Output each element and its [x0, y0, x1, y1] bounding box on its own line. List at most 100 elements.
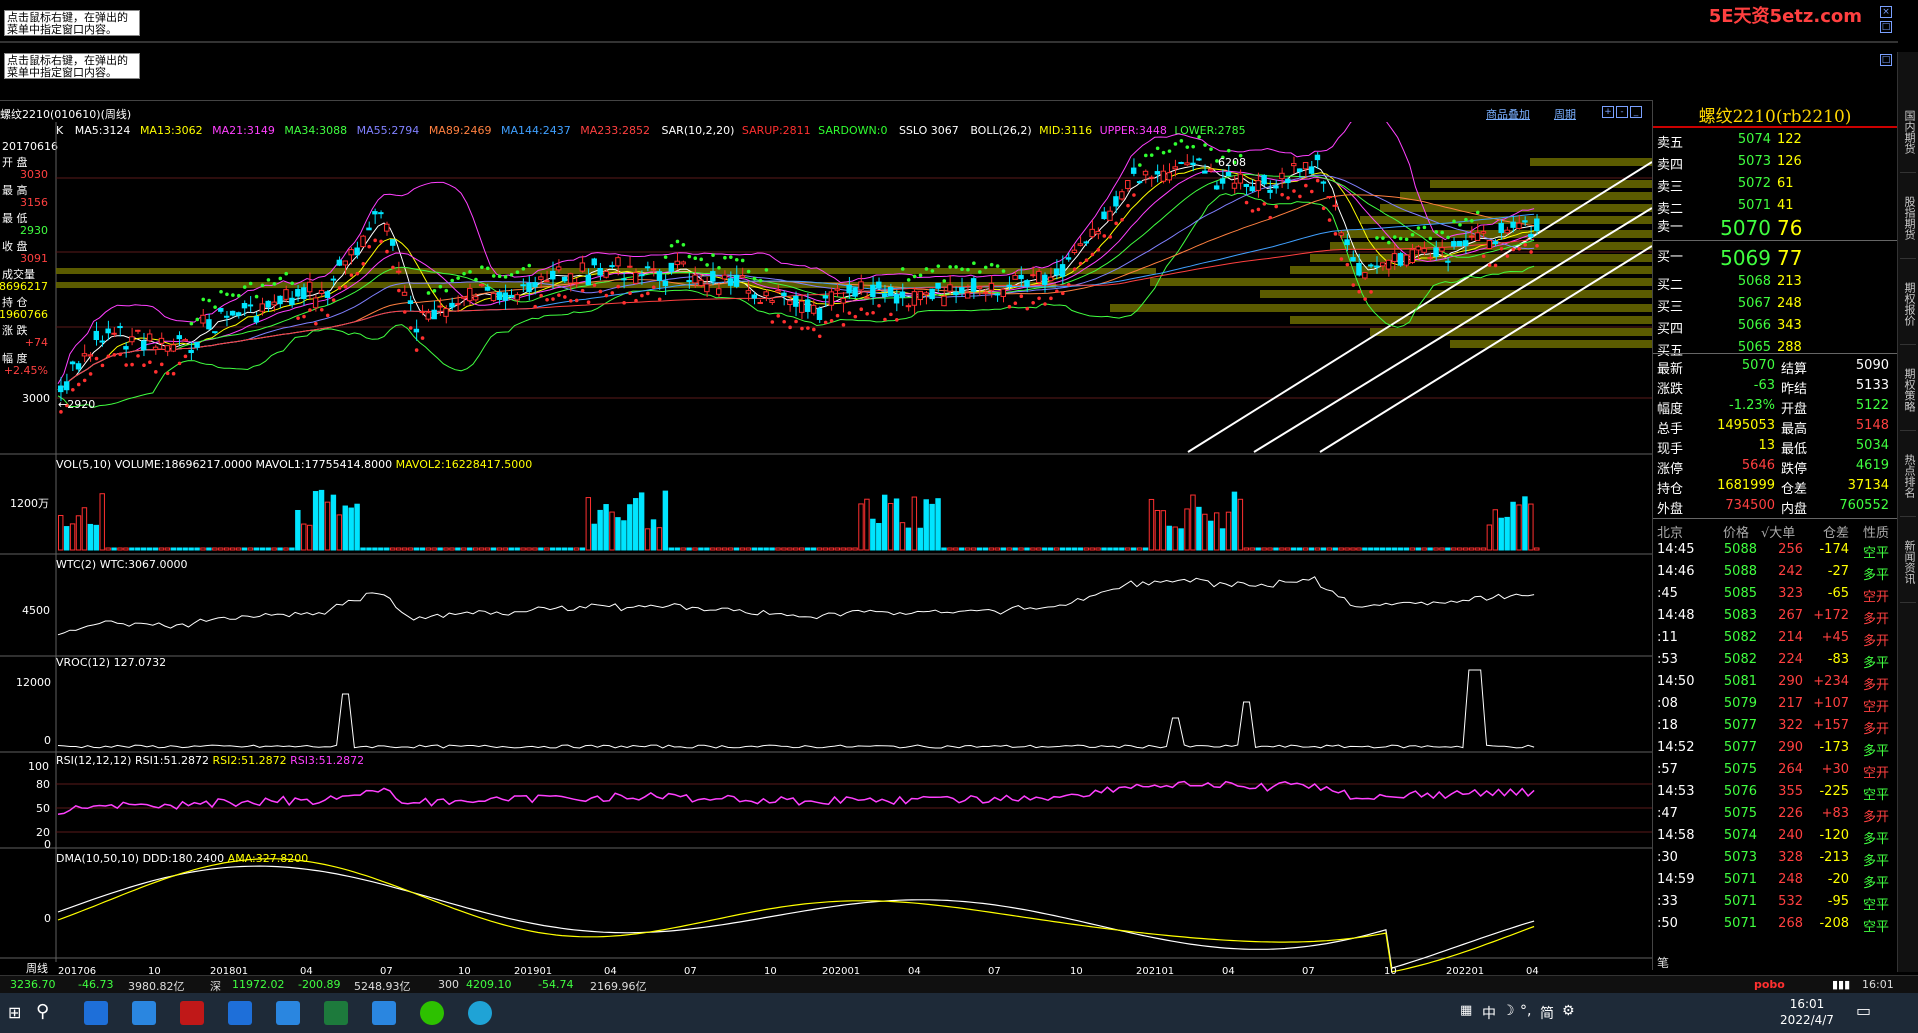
candle-body [105, 328, 111, 334]
wechat-icon[interactable] [420, 1001, 444, 1025]
sar-dot [622, 301, 626, 305]
volume-bar [704, 547, 710, 551]
ticks-tab[interactable]: 笔 [1657, 954, 1669, 971]
volume-bar [283, 547, 289, 551]
volume-bar [573, 547, 580, 551]
right-tab[interactable]: 股指期货 [1900, 178, 1916, 259]
sar-dot [1416, 226, 1421, 230]
sar-dot [1470, 218, 1474, 223]
excel-icon[interactable] [324, 1001, 348, 1025]
zoom-out-icon[interactable]: - [1616, 106, 1628, 118]
sar-dot [764, 268, 769, 272]
ime-mode[interactable]: 中 [1482, 1003, 1496, 1023]
volume-bar [1059, 547, 1066, 551]
volume-bar [1391, 547, 1398, 551]
clock-time[interactable]: 16:01 [1772, 997, 1842, 1011]
volume-bar [1302, 547, 1309, 551]
volume-bar [1142, 547, 1149, 551]
bid-row-cell: 77 [1777, 246, 1803, 270]
index-status-bar: 3236.70 -46.73 3980.82亿 深 11972.02 -200.… [0, 975, 1918, 994]
tick-row-cell: 226 [1778, 806, 1803, 821]
sar-dot [1363, 297, 1367, 301]
volume-bar [81, 507, 88, 551]
punct-icon[interactable]: °, [1520, 1003, 1531, 1019]
volume-bar [1356, 547, 1362, 551]
bid-row-cell: 248 [1777, 296, 1802, 311]
keyboard-icon[interactable]: ▦ [1460, 1003, 1472, 1018]
sar-dot [1398, 236, 1403, 241]
app-icon-4[interactable] [276, 1001, 300, 1025]
minimize-chart-icon[interactable]: _ [1630, 106, 1642, 118]
candle-body [395, 270, 402, 273]
sar-dot [545, 297, 549, 302]
edge-icon[interactable] [468, 1001, 492, 1025]
sar-dot [1007, 304, 1012, 309]
tick-row-cell: :53 [1657, 652, 1678, 667]
candle-body [206, 319, 212, 330]
sar-dot [539, 293, 543, 298]
app-icon-2[interactable] [132, 1001, 156, 1025]
zoom-in-icon[interactable]: + [1602, 106, 1614, 118]
window-close-icon[interactable]: × [1880, 6, 1892, 18]
overlay-link[interactable]: 商品叠加 [1486, 106, 1530, 122]
stat-row-cell: 13 [1758, 438, 1775, 453]
period-link[interactable]: 周期 [1554, 106, 1576, 122]
right-tab[interactable]: 国内期货 [1900, 92, 1916, 173]
candle-body [1492, 241, 1499, 245]
ask-row: 卖四 5073 126 [1657, 154, 1889, 174]
moon-icon[interactable]: ☽ [1502, 1003, 1515, 1019]
sar-dot [88, 372, 93, 376]
sar-dot [1031, 300, 1035, 305]
right-tab[interactable]: 热点排名 [1900, 436, 1916, 517]
tick-row-cell: 多开 [1863, 612, 1890, 627]
candle-body [496, 292, 503, 300]
candle-body [508, 294, 514, 298]
volume-profile-bar [1400, 192, 1652, 200]
candle-body [99, 340, 105, 343]
candle-body [1462, 240, 1469, 247]
right-tab[interactable]: 期权报价 [1900, 264, 1916, 345]
sar-dot [414, 348, 419, 352]
right-tab[interactable]: 期权策略 [1900, 350, 1916, 431]
sar-dot [1357, 289, 1361, 294]
kline-chart[interactable]: 3000 ←2920 6208 VOL(5,10) VOLUME:1869621… [0, 122, 1652, 980]
tick-row-cell: 空开 [1863, 766, 1890, 781]
sar-dot [681, 243, 686, 247]
window-restore-icon-2[interactable]: □ [1880, 21, 1892, 33]
tick-row: :57 5075 264 +30 空开 [1657, 762, 1889, 782]
app-icon-1[interactable] [84, 1001, 108, 1025]
tick-row-cell: 多开 [1863, 810, 1890, 825]
sar-dot [989, 262, 994, 267]
tick-row-cell: 空开 [1863, 590, 1890, 605]
volume-bar [206, 547, 212, 551]
wh-app-icon[interactable] [180, 1001, 204, 1025]
volume-bar [923, 499, 929, 551]
volume-bar [1486, 524, 1493, 551]
candle-body [751, 294, 758, 299]
candle-body [1308, 166, 1315, 174]
app-icon-5[interactable] [372, 1001, 396, 1025]
start-menu-icon[interactable]: ⊞ [8, 1003, 21, 1022]
candle-body [514, 294, 520, 301]
notification-icon[interactable]: ▭ [1856, 1001, 1871, 1020]
stat-row: 总手 1495053 最高 5148 [1657, 418, 1889, 438]
settings-gear-icon[interactable]: ⚙ [1562, 1003, 1575, 1019]
volume-bar [93, 524, 99, 551]
clock-date[interactable]: 2022/4/7 [1772, 1013, 1842, 1027]
tick-row-cell: 267 [1778, 608, 1803, 623]
sar-dot [1464, 217, 1468, 222]
right-tab-strip: 国内期货股指期货期权报价期权策略热点排名新闻资讯 [1897, 52, 1918, 972]
candle-body [1148, 176, 1155, 179]
right-tab[interactable]: 新闻资讯 [1900, 522, 1916, 603]
window-restore-icon[interactable]: □ [1880, 54, 1892, 66]
tick-row-cell: 323 [1778, 586, 1803, 601]
sar-dot [402, 310, 407, 314]
candle-body [1208, 168, 1214, 172]
sar-dot [1256, 207, 1261, 212]
search-icon[interactable]: ⚲ [36, 1001, 49, 1022]
app-icon-3[interactable] [228, 1001, 252, 1025]
volume-bar [1042, 547, 1048, 551]
candle-body [1095, 230, 1101, 235]
ime-simplified[interactable]: 简 [1540, 1003, 1554, 1023]
tick-row-cell: :30 [1657, 850, 1678, 865]
